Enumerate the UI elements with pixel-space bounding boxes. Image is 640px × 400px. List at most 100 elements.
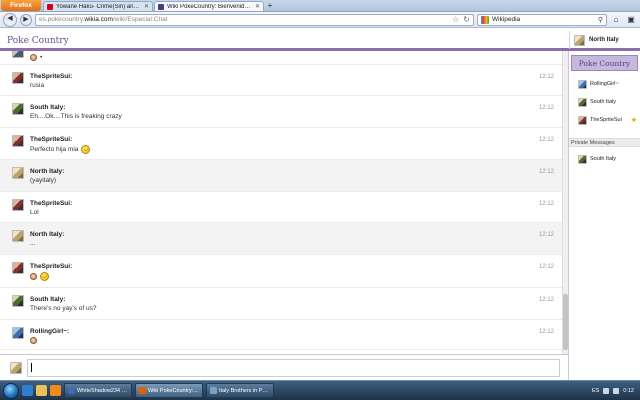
avatar bbox=[12, 51, 24, 58]
search-bar[interactable]: Wikipedia ⚲ bbox=[477, 13, 607, 26]
url-subdomain: es.pokecountry. bbox=[39, 16, 85, 23]
chat-message: North Italy: ... 12:12 bbox=[0, 223, 562, 255]
task-label: Wiki PokeCountry:... bbox=[148, 387, 198, 394]
browser-nav-bar: ◀ ▶ es.pokecountry. wikia.com /wiki/Espe… bbox=[0, 12, 640, 28]
forward-icon[interactable]: ▶ bbox=[20, 13, 32, 26]
user-list-item[interactable]: RollingGirl~ bbox=[569, 75, 640, 93]
user-name: South Italy bbox=[590, 156, 616, 162]
user-name: RollingGirl~ bbox=[590, 81, 619, 87]
firefox-menu-button[interactable]: Firefox bbox=[1, 0, 41, 11]
avatar bbox=[578, 97, 587, 107]
user-name: TheSpriteSui bbox=[590, 117, 622, 123]
current-user-box[interactable]: North Italy bbox=[569, 31, 640, 49]
message-username[interactable]: South Italy: bbox=[30, 296, 65, 303]
avatar bbox=[12, 103, 24, 115]
message-username[interactable]: TheSpriteSui: bbox=[30, 136, 72, 143]
volume-icon[interactable] bbox=[613, 387, 620, 394]
wiki-wordmark[interactable]: Poke Country bbox=[7, 36, 69, 46]
url-domain: wikia.com bbox=[84, 16, 113, 23]
chat-input-area bbox=[0, 354, 568, 380]
chat-message: • bbox=[0, 51, 562, 65]
taskbar-item-whiteshadow[interactable]: WhiteShadow234 o... bbox=[64, 383, 132, 398]
chat-message: RollingGirl~: 12:12 bbox=[0, 320, 562, 350]
message-text: Perfecto hija mia ◡ bbox=[30, 145, 91, 154]
message-username[interactable]: TheSpriteSui: bbox=[30, 200, 72, 207]
smiley-icon: ◡ bbox=[40, 272, 49, 281]
folder-icon[interactable] bbox=[36, 385, 47, 396]
message-text: ◡ bbox=[30, 272, 49, 281]
chat-message: TheSpriteSui: rusia 12:12 bbox=[0, 65, 562, 96]
new-tab-button[interactable]: + bbox=[265, 2, 275, 11]
message-time: 12:12 bbox=[538, 105, 554, 111]
message-text: ... bbox=[30, 240, 36, 247]
tab-label: Wiki PokeCountry: Bienvenido al chat... bbox=[167, 3, 253, 10]
network-icon[interactable] bbox=[603, 387, 610, 394]
chat-message: TheSpriteSui: ◡ 12:12 bbox=[0, 255, 562, 288]
youtube-icon bbox=[47, 3, 53, 10]
avatar bbox=[578, 154, 587, 164]
message-username[interactable]: North Italy: bbox=[30, 231, 64, 238]
addon-icon[interactable]: ▣ bbox=[625, 14, 637, 26]
back-icon[interactable]: ◀ bbox=[3, 12, 17, 27]
reload-icon[interactable]: ↻ bbox=[463, 15, 470, 24]
chat-message-input[interactable] bbox=[27, 359, 560, 377]
moderator-star-icon: ★ bbox=[630, 117, 637, 124]
taskbar-item-pokecountry[interactable]: Wiki PokeCountry:... bbox=[135, 383, 203, 398]
private-messages-header: Private Messages bbox=[569, 138, 640, 147]
chat-message: TheSpriteSui: Perfecto hija mia ◡ 12:12 bbox=[0, 128, 562, 160]
message-username[interactable]: RollingGirl~: bbox=[30, 328, 69, 335]
home-icon[interactable]: ⌂ bbox=[610, 14, 622, 26]
message-time: 12:12 bbox=[538, 329, 554, 335]
close-icon[interactable]: ✕ bbox=[255, 3, 260, 10]
firefox-icon bbox=[139, 387, 146, 394]
tab-yowane-haku[interactable]: Yowane Haku- Crime(Sin) and Punis... ✕ bbox=[43, 1, 153, 11]
search-engine-icon[interactable] bbox=[481, 15, 489, 24]
avatar bbox=[578, 79, 587, 89]
current-user-name: North Italy bbox=[589, 37, 619, 43]
avatar bbox=[12, 135, 24, 147]
avatar bbox=[578, 115, 587, 125]
language-indicator[interactable]: ES bbox=[592, 388, 599, 394]
media-player-icon[interactable] bbox=[50, 385, 61, 396]
message-username[interactable]: TheSpriteSui: bbox=[30, 73, 72, 80]
taskbar-item-italy-brothers[interactable]: Italy Brothers in PC... bbox=[206, 383, 274, 398]
window-icon bbox=[210, 387, 217, 394]
url-path: /wiki/Especial:Chat bbox=[112, 16, 168, 23]
user-list: RollingGirl~ South Italy TheSpriteSui ★ bbox=[569, 75, 640, 129]
private-message-item[interactable]: South Italy bbox=[569, 150, 640, 168]
message-text: • bbox=[30, 54, 42, 61]
search-icon[interactable]: ⚲ bbox=[598, 16, 603, 24]
bookmark-star-icon[interactable]: ☆ bbox=[452, 15, 459, 24]
start-button[interactable] bbox=[3, 382, 19, 399]
message-username[interactable]: South Italy: bbox=[30, 104, 65, 111]
user-list-item[interactable]: TheSpriteSui ★ bbox=[569, 111, 640, 129]
address-bar[interactable]: es.pokecountry. wikia.com /wiki/Especial… bbox=[35, 13, 474, 26]
user-list-item[interactable]: South Italy bbox=[569, 93, 640, 111]
message-username[interactable]: TheSpriteSui: bbox=[30, 263, 72, 270]
message-time: 12:12 bbox=[538, 297, 554, 303]
avatar bbox=[12, 230, 24, 242]
dot-icon: • bbox=[40, 54, 43, 61]
message-time: 12:12 bbox=[538, 169, 554, 175]
message-time: 12:12 bbox=[538, 264, 554, 270]
tab-pokecountry-chat[interactable]: Wiki PokeCountry: Bienvenido al chat... … bbox=[154, 1, 264, 11]
message-time: 12:12 bbox=[538, 232, 554, 238]
windows-taskbar: WhiteShadow234 o... Wiki PokeCountry:...… bbox=[0, 380, 640, 400]
message-text: Eh....Ok....This is freaking crazy bbox=[30, 113, 122, 120]
internet-explorer-icon[interactable] bbox=[22, 385, 33, 396]
wiki-room-badge[interactable]: Poke Country bbox=[571, 55, 638, 71]
emoticon-icon bbox=[30, 54, 37, 61]
avatar bbox=[12, 295, 24, 307]
message-username[interactable]: North Italy: bbox=[30, 168, 64, 175]
wikia-icon bbox=[158, 3, 164, 10]
message-text-content: Perfecto hija mia bbox=[30, 146, 79, 153]
emoticon-icon bbox=[30, 273, 37, 280]
message-time: 12:12 bbox=[538, 74, 554, 80]
system-tray: ES 0:12 bbox=[592, 387, 640, 394]
chat-message: North Italy: (yayitaly) 12:12 bbox=[0, 160, 562, 192]
close-icon[interactable]: ✕ bbox=[144, 3, 149, 10]
clock[interactable]: 0:12 bbox=[623, 388, 634, 394]
chat-message: TheSpriteSui: Lol 12:12 bbox=[0, 192, 562, 223]
chat-message-list: • TheSpriteSui: rusia 12:12 South Italy:… bbox=[0, 51, 562, 354]
search-engine-label: Wikipedia bbox=[492, 16, 521, 23]
